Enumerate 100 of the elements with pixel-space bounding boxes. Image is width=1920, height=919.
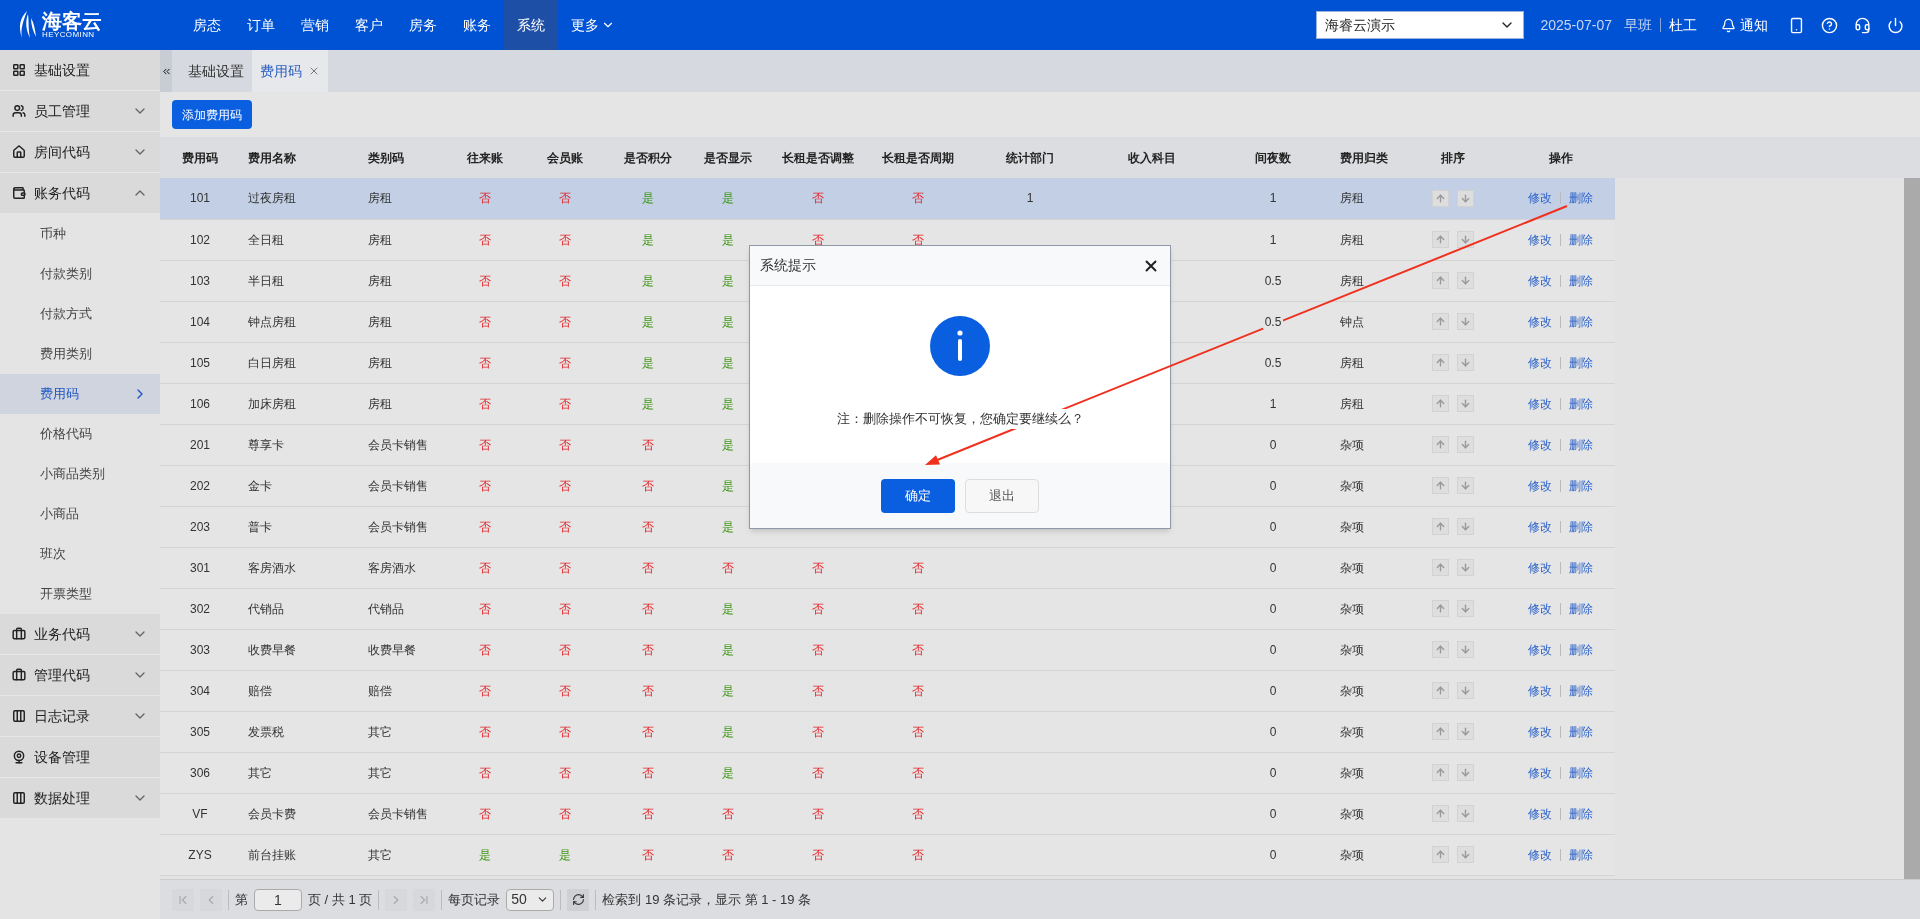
- notification-button[interactable]: 通知: [1721, 14, 1768, 36]
- edit-link[interactable]: 修改: [1528, 435, 1552, 454]
- nav-item[interactable]: 系统: [504, 0, 558, 50]
- sidebar-item[interactable]: 币种: [0, 214, 160, 254]
- table-row[interactable]: 301 客房酒水 客房酒水 否 否 否 否 否 否 0 杂项 修改 删除: [160, 547, 1615, 588]
- move-up-button[interactable]: [1432, 559, 1449, 576]
- sidebar-item[interactable]: 付款类别: [0, 254, 160, 294]
- move-down-button[interactable]: [1457, 682, 1474, 699]
- nav-item[interactable]: 营销: [288, 0, 342, 50]
- refresh-button[interactable]: [567, 888, 590, 911]
- edit-link[interactable]: 修改: [1528, 353, 1552, 372]
- sidebar-group[interactable]: 基础设置: [0, 50, 160, 91]
- move-up-button[interactable]: [1432, 846, 1449, 863]
- move-up-button[interactable]: [1432, 764, 1449, 781]
- move-up-button[interactable]: [1432, 231, 1449, 248]
- delete-link[interactable]: 删除: [1569, 230, 1593, 249]
- move-up-button[interactable]: [1432, 313, 1449, 330]
- hotel-select[interactable]: 海睿云演示: [1316, 11, 1525, 39]
- move-up-button[interactable]: [1432, 641, 1449, 658]
- collapse-button[interactable]: [160, 50, 172, 92]
- nav-item[interactable]: 房态: [180, 0, 234, 50]
- table-row[interactable]: 101 过夜房租 房租 否 否 是 是 否 否 1 1 房租 修改 删除: [160, 178, 1615, 219]
- page-tab[interactable]: 基础设置: [180, 50, 252, 92]
- sidebar-group[interactable]: 日志记录: [0, 696, 160, 737]
- table-row[interactable]: 304 赔偿 赔偿 否 否 否 是 否 否 0 杂项 修改 删除: [160, 670, 1615, 711]
- delete-link[interactable]: 删除: [1569, 722, 1593, 741]
- move-up-button[interactable]: [1432, 436, 1449, 453]
- edit-link[interactable]: 修改: [1528, 804, 1552, 823]
- move-up-button[interactable]: [1432, 805, 1449, 822]
- exit-button[interactable]: 退出: [965, 478, 1039, 513]
- delete-link[interactable]: 删除: [1569, 763, 1593, 782]
- edit-link[interactable]: 修改: [1528, 517, 1552, 536]
- sidebar-group[interactable]: 业务代码: [0, 614, 160, 655]
- edit-link[interactable]: 修改: [1528, 394, 1552, 413]
- edit-link[interactable]: 修改: [1528, 271, 1552, 290]
- sidebar-item[interactable]: 价格代码: [0, 414, 160, 454]
- last-page-button[interactable]: [413, 888, 436, 911]
- move-up-button[interactable]: [1432, 354, 1449, 371]
- table-row[interactable]: VF 会员卡费 会员卡销售 否 否 否 否 否 否 0 杂项 修改 删除: [160, 793, 1615, 834]
- nav-item[interactable]: 订单: [234, 0, 288, 50]
- table-row[interactable]: ZYS 前台挂账 其它 是 是 否 否 否 否 0 杂项 修改 删除: [160, 834, 1615, 875]
- move-down-button[interactable]: [1457, 436, 1474, 453]
- delete-link[interactable]: 删除: [1569, 517, 1593, 536]
- move-up-button[interactable]: [1432, 723, 1449, 740]
- edit-link[interactable]: 修改: [1528, 230, 1552, 249]
- table-row[interactable]: 305 发票税 其它 否 否 否 是 否 否 0 杂项 修改 删除: [160, 711, 1615, 752]
- delete-link[interactable]: 删除: [1569, 804, 1593, 823]
- move-down-button[interactable]: [1457, 395, 1474, 412]
- move-down-button[interactable]: [1457, 723, 1474, 740]
- close-tab-icon[interactable]: [308, 65, 320, 77]
- edit-link[interactable]: 修改: [1528, 763, 1552, 782]
- move-down-button[interactable]: [1457, 846, 1474, 863]
- delete-link[interactable]: 删除: [1569, 558, 1593, 577]
- previous-page-button[interactable]: [200, 888, 222, 911]
- delete-link[interactable]: 删除: [1569, 599, 1593, 618]
- delete-link[interactable]: 删除: [1569, 435, 1593, 454]
- move-up-button[interactable]: [1432, 189, 1449, 207]
- help-icon[interactable]: [1821, 16, 1838, 34]
- user-name[interactable]: 杜工: [1669, 14, 1697, 36]
- delete-link[interactable]: 删除: [1569, 271, 1593, 290]
- move-down-button[interactable]: [1457, 600, 1474, 617]
- edit-link[interactable]: 修改: [1528, 189, 1552, 208]
- delete-link[interactable]: 删除: [1569, 476, 1593, 495]
- confirm-button[interactable]: 确定: [881, 478, 955, 513]
- nav-item[interactable]: 更多: [558, 0, 628, 50]
- page-input[interactable]: 1: [254, 888, 302, 911]
- move-up-button[interactable]: [1432, 395, 1449, 412]
- add-fee-code-button[interactable]: 添加费用码: [172, 100, 252, 129]
- move-down-button[interactable]: [1457, 354, 1474, 371]
- scrollbar[interactable]: [1904, 178, 1920, 879]
- sidebar-item[interactable]: 费用码: [0, 374, 160, 414]
- headset-icon[interactable]: [1854, 16, 1871, 34]
- edit-link[interactable]: 修改: [1528, 681, 1552, 700]
- sidebar-item[interactable]: 班次: [0, 534, 160, 574]
- sidebar-item[interactable]: 小商品类别: [0, 454, 160, 494]
- move-up-button[interactable]: [1432, 477, 1449, 494]
- sidebar-group[interactable]: 账务代码: [0, 173, 160, 214]
- move-down-button[interactable]: [1457, 641, 1474, 658]
- move-down-button[interactable]: [1457, 518, 1474, 535]
- table-row[interactable]: 303 收费早餐 收费早餐 否 否 否 是 否 否 0 杂项 修改 删除: [160, 629, 1615, 670]
- delete-link[interactable]: 删除: [1569, 845, 1593, 864]
- edit-link[interactable]: 修改: [1528, 845, 1552, 864]
- sidebar-group[interactable]: 房间代码: [0, 132, 160, 173]
- sidebar-group[interactable]: 设备管理: [0, 737, 160, 778]
- move-down-button[interactable]: [1457, 477, 1474, 494]
- delete-link[interactable]: 删除: [1569, 681, 1593, 700]
- move-up-button[interactable]: [1432, 600, 1449, 617]
- table-row[interactable]: 306 其它 其它 否 否 否 是 否 否 0 杂项 修改 删除: [160, 752, 1615, 793]
- sidebar-item[interactable]: 开票类型: [0, 574, 160, 614]
- delete-link[interactable]: 删除: [1569, 394, 1593, 413]
- sidebar-item[interactable]: 小商品: [0, 494, 160, 534]
- move-down-button[interactable]: [1457, 559, 1474, 576]
- next-page-button[interactable]: [385, 888, 408, 911]
- move-down-button[interactable]: [1457, 189, 1474, 207]
- edit-link[interactable]: 修改: [1528, 722, 1552, 741]
- sidebar-group[interactable]: 员工管理: [0, 91, 160, 132]
- delete-link[interactable]: 删除: [1569, 189, 1593, 208]
- sidebar-group[interactable]: 管理代码: [0, 655, 160, 696]
- first-page-button[interactable]: [172, 888, 194, 911]
- phone-icon[interactable]: [1788, 16, 1805, 34]
